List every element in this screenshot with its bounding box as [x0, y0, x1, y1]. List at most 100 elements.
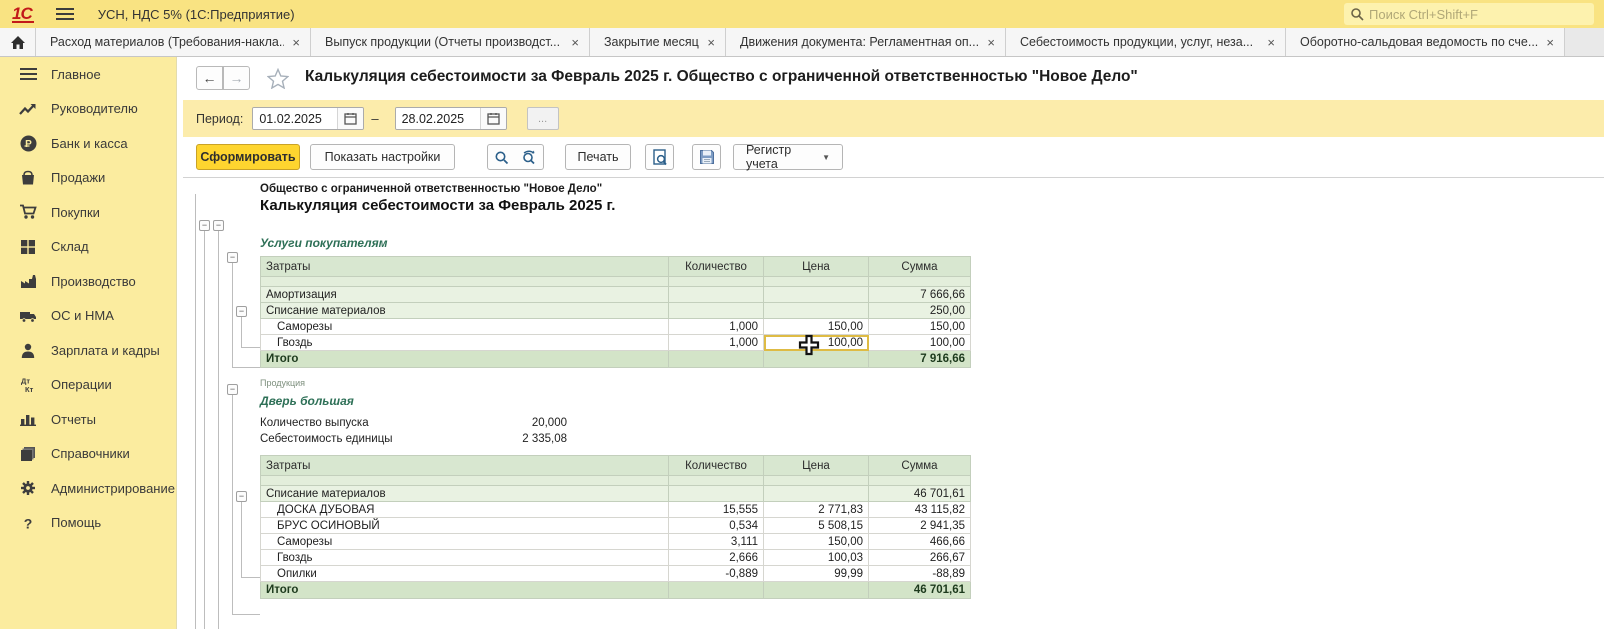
value-cell[interactable]: 1,000 [669, 335, 764, 351]
sidebar-item-отчеты[interactable]: Отчеты [0, 402, 176, 437]
tab-item[interactable]: Расход материалов (Требования-накла...× [36, 28, 311, 56]
value-cell[interactable] [764, 351, 869, 368]
total-label-cell[interactable]: Итого [261, 351, 669, 368]
cost-item-cell[interactable]: Опилки [261, 566, 669, 582]
tab-close-icon[interactable]: × [571, 36, 579, 49]
cost-item-cell[interactable]: ДОСКА ДУБОВАЯ [261, 502, 669, 518]
sidebar-item-главное[interactable]: Главное [0, 57, 176, 92]
sidebar-item-покупки[interactable]: Покупки [0, 195, 176, 230]
period-to-input[interactable] [396, 108, 480, 129]
global-search[interactable] [1344, 3, 1594, 25]
sidebar-item-зарплата-и-кадры[interactable]: Зарплата и кадры [0, 333, 176, 368]
value-cell[interactable]: 150,00 [869, 319, 971, 335]
value-cell[interactable]: 266,67 [869, 550, 971, 566]
value-cell[interactable]: 15,555 [669, 502, 764, 518]
value-cell[interactable] [669, 486, 764, 502]
tab-item[interactable]: Себестоимость продукции, услуг, неза...× [1006, 28, 1286, 56]
cost-item-cell[interactable]: Саморезы [261, 534, 669, 550]
sidebar-item-операции[interactable]: ДтКтОперации [0, 368, 176, 403]
value-cell[interactable]: 466,66 [869, 534, 971, 550]
value-cell[interactable]: 0,534 [669, 518, 764, 534]
value-cell[interactable]: 2,666 [669, 550, 764, 566]
tab-close-icon[interactable]: × [707, 36, 715, 49]
calendar-button-to[interactable] [480, 108, 506, 129]
cost-item-cell[interactable]: Гвоздь [261, 335, 669, 351]
cost-item-cell[interactable]: Списание материалов [261, 303, 669, 319]
collapse-group-button[interactable]: − [213, 220, 224, 231]
sidebar-item-продажи[interactable]: Продажи [0, 161, 176, 196]
value-cell[interactable]: 7 666,66 [869, 287, 971, 303]
value-cell[interactable]: -88,89 [869, 566, 971, 582]
sidebar-item-ос-и-нма[interactable]: ОС и НМА [0, 299, 176, 334]
collapse-group-button[interactable]: − [199, 220, 210, 231]
value-cell[interactable]: 3,111 [669, 534, 764, 550]
tab-close-icon[interactable]: × [987, 36, 995, 49]
value-cell[interactable] [669, 582, 764, 599]
period-more-button[interactable]: ... [527, 107, 559, 130]
value-cell[interactable]: 99,99 [764, 566, 869, 582]
tab-close-icon[interactable]: × [1267, 36, 1275, 49]
value-cell[interactable]: 46 701,61 [869, 486, 971, 502]
period-from-input[interactable] [253, 108, 337, 129]
print-preview-button[interactable] [645, 144, 674, 170]
tab-item[interactable]: Оборотно-сальдовая ведомость по сче...× [1286, 28, 1565, 56]
value-cell[interactable]: 150,00 [764, 319, 869, 335]
find-next-button[interactable] [515, 144, 544, 170]
collapse-group-button[interactable]: − [227, 252, 238, 263]
value-cell[interactable]: -0,889 [669, 566, 764, 582]
tab-item[interactable]: Закрытие месяца× [590, 28, 726, 56]
cost-item-cell[interactable]: Гвоздь [261, 550, 669, 566]
value-cell[interactable] [669, 303, 764, 319]
collapse-group-button[interactable]: − [236, 491, 247, 502]
total-sum-cell[interactable]: 46 701,61 [869, 582, 971, 599]
value-cell[interactable]: 2 771,83 [764, 502, 869, 518]
sidebar-item-руководителю[interactable]: Руководителю [0, 92, 176, 127]
forward-button[interactable]: → [223, 66, 250, 90]
sidebar-item-помощь[interactable]: ?Помощь [0, 506, 176, 541]
register-dropdown-button[interactable]: Регистр учета ▼ [733, 144, 843, 170]
print-button[interactable]: Печать [565, 144, 631, 170]
cost-item-cell[interactable]: Саморезы [261, 319, 669, 335]
total-label-cell[interactable]: Итого [261, 582, 669, 599]
value-cell[interactable]: 100,00 [764, 335, 869, 351]
tab-item[interactable]: Движения документа: Регламентная оп...× [726, 28, 1006, 56]
sidebar-item-справочники[interactable]: Справочники [0, 437, 176, 472]
value-cell[interactable]: 250,00 [869, 303, 971, 319]
cost-item-cell[interactable]: Списание материалов [261, 486, 669, 502]
period-from-field[interactable] [252, 107, 364, 130]
value-cell[interactable]: 150,00 [764, 534, 869, 550]
value-cell[interactable]: 2 941,35 [869, 518, 971, 534]
collapse-group-button[interactable]: − [236, 306, 247, 317]
calendar-button-from[interactable] [337, 108, 363, 129]
total-sum-cell[interactable]: 7 916,66 [869, 351, 971, 368]
value-cell[interactable] [669, 287, 764, 303]
main-menu-icon[interactable] [56, 8, 74, 20]
value-cell[interactable]: 100,00 [869, 335, 971, 351]
value-cell[interactable]: 1,000 [669, 319, 764, 335]
value-cell[interactable]: 5 508,15 [764, 518, 869, 534]
sidebar-item-администрирование[interactable]: Администрирование [0, 471, 176, 506]
value-cell[interactable]: 43 115,82 [869, 502, 971, 518]
sidebar-item-склад[interactable]: Склад [0, 230, 176, 265]
value-cell[interactable] [669, 351, 764, 368]
home-tab[interactable] [0, 28, 36, 56]
generate-button[interactable]: Сформировать [196, 144, 300, 170]
collapse-group-button[interactable]: − [227, 384, 238, 395]
find-button[interactable] [487, 144, 516, 170]
show-settings-button[interactable]: Показать настройки [310, 144, 455, 170]
cost-item-cell[interactable]: БРУС ОСИНОВЫЙ [261, 518, 669, 534]
value-cell[interactable]: 100,03 [764, 550, 869, 566]
favorite-star-icon[interactable] [267, 68, 289, 89]
tab-item[interactable]: Выпуск продукции (Отчеты производст...× [311, 28, 590, 56]
sidebar-item-производство[interactable]: Производство [0, 264, 176, 299]
value-cell[interactable] [764, 287, 869, 303]
cost-item-cell[interactable]: Амортизация [261, 287, 669, 303]
period-to-field[interactable] [395, 107, 507, 130]
value-cell[interactable] [764, 582, 869, 599]
tab-close-icon[interactable]: × [1546, 36, 1554, 49]
tab-close-icon[interactable]: × [292, 36, 300, 49]
value-cell[interactable] [764, 303, 869, 319]
search-input[interactable] [1369, 7, 1588, 22]
value-cell[interactable] [764, 486, 869, 502]
back-button[interactable]: ← [196, 66, 223, 90]
